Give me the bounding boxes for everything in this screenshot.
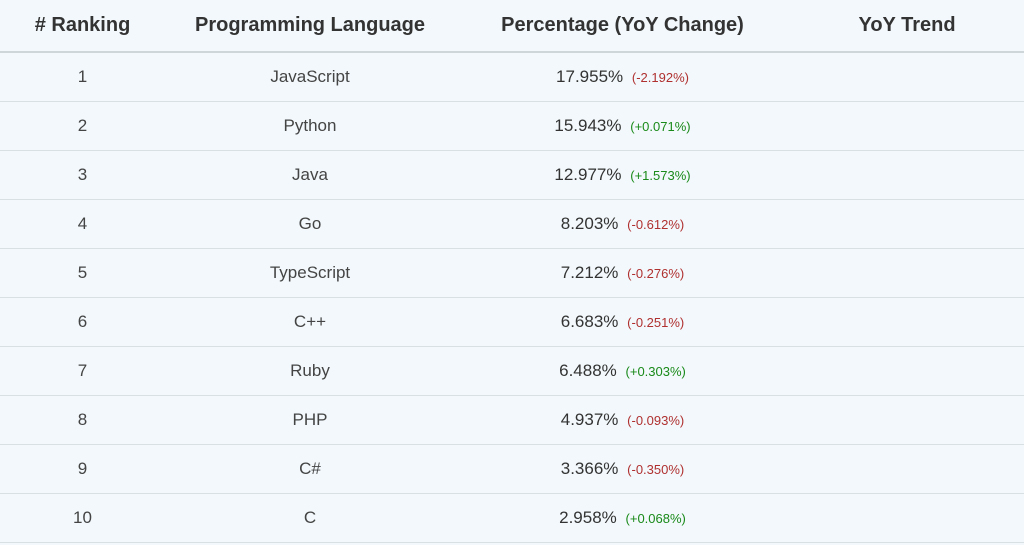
ranking-table: # Ranking Programming Language Percentag… <box>0 0 1024 543</box>
yoy-change: (+0.303%) <box>626 364 686 379</box>
table-row: 8PHP4.937% (-0.093%) <box>0 396 1024 445</box>
table-row: 4Go8.203% (-0.612%) <box>0 200 1024 249</box>
table-row: 3Java12.977% (+1.573%) <box>0 151 1024 200</box>
ranking-table-head: # Ranking Programming Language Percentag… <box>0 0 1024 52</box>
language-cell: C <box>165 494 455 543</box>
percentage-value: 3.366% <box>561 459 619 478</box>
trend-cell <box>790 396 1024 445</box>
yoy-change: (+1.573%) <box>630 168 690 183</box>
language-cell: C# <box>165 445 455 494</box>
rank-cell: 10 <box>0 494 165 543</box>
table-row: 2Python15.943% (+0.071%) <box>0 102 1024 151</box>
percentage-cell: 12.977% (+1.573%) <box>455 151 790 200</box>
col-header-ranking[interactable]: # Ranking <box>0 0 165 52</box>
percentage-cell: 2.958% (+0.068%) <box>455 494 790 543</box>
rank-cell: 7 <box>0 347 165 396</box>
percentage-value: 17.955% <box>556 67 623 86</box>
language-cell: TypeScript <box>165 249 455 298</box>
table-row: 10C2.958% (+0.068%) <box>0 494 1024 543</box>
language-cell: PHP <box>165 396 455 445</box>
rank-cell: 2 <box>0 102 165 151</box>
language-cell: Java <box>165 151 455 200</box>
language-cell: JavaScript <box>165 52 455 102</box>
percentage-value: 2.958% <box>559 508 617 527</box>
yoy-change: (+0.068%) <box>626 511 686 526</box>
language-cell: Go <box>165 200 455 249</box>
yoy-change: (-0.093%) <box>627 413 684 428</box>
percentage-value: 8.203% <box>561 214 619 233</box>
col-header-trend[interactable]: YoY Trend <box>790 0 1024 52</box>
yoy-change: (-0.251%) <box>627 315 684 330</box>
yoy-change: (-0.350%) <box>627 462 684 477</box>
language-cell: Python <box>165 102 455 151</box>
trend-cell <box>790 151 1024 200</box>
table-row: 5TypeScript7.212% (-0.276%) <box>0 249 1024 298</box>
percentage-cell: 6.488% (+0.303%) <box>455 347 790 396</box>
percentage-value: 6.683% <box>561 312 619 331</box>
trend-cell <box>790 347 1024 396</box>
language-cell: Ruby <box>165 347 455 396</box>
trend-cell <box>790 445 1024 494</box>
trend-cell <box>790 52 1024 102</box>
percentage-cell: 4.937% (-0.093%) <box>455 396 790 445</box>
rank-cell: 8 <box>0 396 165 445</box>
trend-cell <box>790 249 1024 298</box>
ranking-table-body: 1JavaScript17.955% (-2.192%)2Python15.94… <box>0 52 1024 543</box>
table-row: 7Ruby6.488% (+0.303%) <box>0 347 1024 396</box>
rank-cell: 9 <box>0 445 165 494</box>
table-row: 6C++6.683% (-0.251%) <box>0 298 1024 347</box>
percentage-value: 7.212% <box>561 263 619 282</box>
percentage-cell: 8.203% (-0.612%) <box>455 200 790 249</box>
percentage-cell: 15.943% (+0.071%) <box>455 102 790 151</box>
yoy-change: (-0.276%) <box>627 266 684 281</box>
language-cell: C++ <box>165 298 455 347</box>
table-row: 1JavaScript17.955% (-2.192%) <box>0 52 1024 102</box>
trend-cell <box>790 494 1024 543</box>
table-row: 9C#3.366% (-0.350%) <box>0 445 1024 494</box>
rank-cell: 1 <box>0 52 165 102</box>
percentage-cell: 7.212% (-0.276%) <box>455 249 790 298</box>
col-header-language[interactable]: Programming Language <box>165 0 455 52</box>
col-header-percentage[interactable]: Percentage (YoY Change) <box>455 0 790 52</box>
yoy-change: (-0.612%) <box>627 217 684 232</box>
percentage-value: 15.943% <box>554 116 621 135</box>
percentage-value: 12.977% <box>554 165 621 184</box>
rank-cell: 5 <box>0 249 165 298</box>
yoy-change: (-2.192%) <box>632 70 689 85</box>
trend-cell <box>790 200 1024 249</box>
yoy-change: (+0.071%) <box>630 119 690 134</box>
rank-cell: 3 <box>0 151 165 200</box>
percentage-cell: 3.366% (-0.350%) <box>455 445 790 494</box>
rank-cell: 4 <box>0 200 165 249</box>
trend-cell <box>790 298 1024 347</box>
percentage-cell: 6.683% (-0.251%) <box>455 298 790 347</box>
rank-cell: 6 <box>0 298 165 347</box>
percentage-value: 4.937% <box>561 410 619 429</box>
percentage-value: 6.488% <box>559 361 617 380</box>
trend-cell <box>790 102 1024 151</box>
percentage-cell: 17.955% (-2.192%) <box>455 52 790 102</box>
